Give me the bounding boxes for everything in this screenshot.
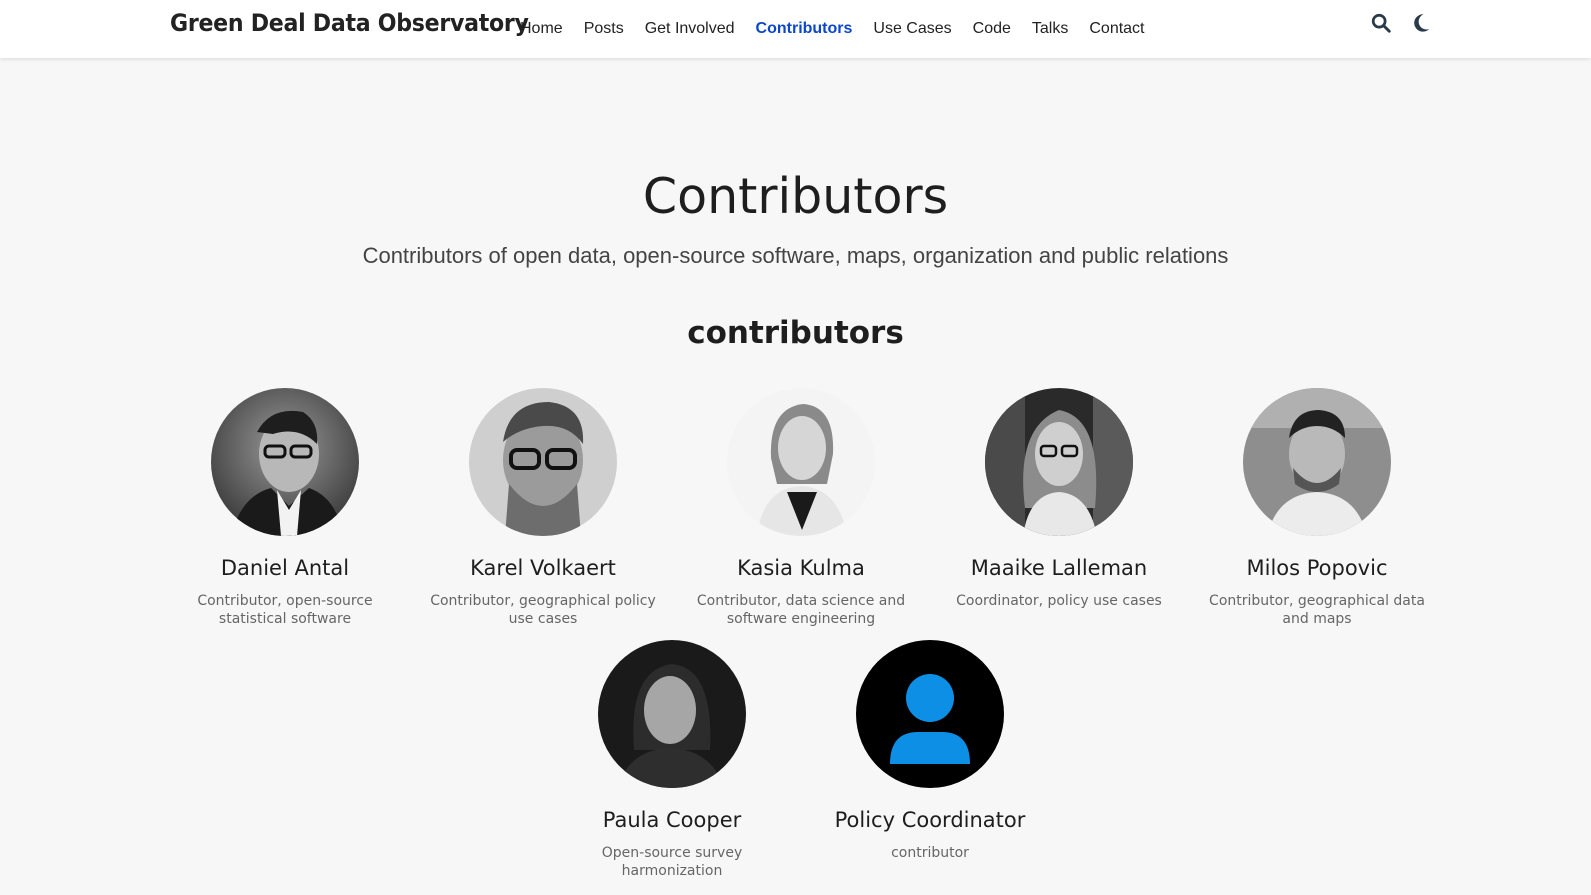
nav-link-posts[interactable]: Posts [584, 20, 624, 38]
contributor-name[interactable]: Karel Volkaert [418, 556, 668, 580]
avatar[interactable] [985, 388, 1133, 536]
contributor-name[interactable]: Kasia Kulma [676, 556, 926, 580]
page-subtitle: Contributors of open data, open-source s… [362, 243, 1229, 268]
contributor-name[interactable]: Paula Cooper [547, 808, 797, 832]
contributor-card[interactable]: Kasia Kulma Contributor, data science an… [676, 388, 926, 628]
avatar[interactable] [598, 640, 746, 788]
contributor-role: Contributor, geographical policy use cas… [430, 593, 656, 627]
contributor-name[interactable]: Milos Popovic [1192, 556, 1442, 580]
contributor-card[interactable]: Daniel Antal Contributor, open-source st… [160, 388, 410, 628]
site-brand[interactable]: Green Deal Data Observatory [170, 9, 529, 37]
nav-link-contributors[interactable]: Contributors [756, 20, 853, 38]
contributor-card[interactable]: Policy Coordinator contributor [805, 640, 1055, 862]
avatar[interactable] [727, 388, 875, 536]
contributor-name[interactable]: Maaike Lalleman [934, 556, 1184, 580]
search-icon[interactable] [1370, 12, 1394, 36]
avatar[interactable] [211, 388, 359, 536]
contributor-role: Contributor, data science and software e… [696, 593, 906, 627]
contributor-name[interactable]: Daniel Antal [160, 556, 410, 580]
contributor-role: Coordinator, policy use cases [956, 593, 1162, 609]
contributor-card[interactable]: Paula Cooper Open-source survey harmoniz… [547, 640, 797, 880]
avatar[interactable] [1243, 388, 1391, 536]
contributor-role: Contributor, open-source statistical sof… [197, 593, 373, 627]
contributor-role: contributor [891, 845, 969, 861]
top-navbar: Green Deal Data Observatory Home Posts G… [0, 0, 1591, 58]
nav-link-get-involved[interactable]: Get Involved [645, 20, 735, 38]
avatar[interactable] [469, 388, 617, 536]
page-title: Contributors [642, 168, 949, 225]
contributor-name[interactable]: Policy Coordinator [805, 808, 1055, 832]
contributor-card[interactable]: Milos Popovic Contributor, geographical … [1192, 388, 1442, 628]
moon-icon[interactable] [1410, 12, 1434, 36]
section-title: contributors [687, 315, 904, 351]
nav-link-contact[interactable]: Contact [1089, 20, 1144, 38]
nav-link-use-cases[interactable]: Use Cases [873, 20, 951, 38]
nav-link-code[interactable]: Code [973, 20, 1011, 38]
contributor-role: Contributor, geographical data and maps [1209, 593, 1425, 627]
nav-link-talks[interactable]: Talks [1032, 20, 1068, 38]
contributor-card[interactable]: Maaike Lalleman Coordinator, policy use … [934, 388, 1184, 610]
contributor-card[interactable]: Karel Volkaert Contributor, geographical… [418, 388, 668, 628]
contributor-role: Open-source survey harmonization [601, 845, 743, 879]
nav-menu: Home Posts Get Involved Contributors Use… [520, 0, 1166, 58]
placeholder-avatar[interactable] [856, 640, 1004, 788]
nav-link-home[interactable]: Home [520, 20, 563, 38]
